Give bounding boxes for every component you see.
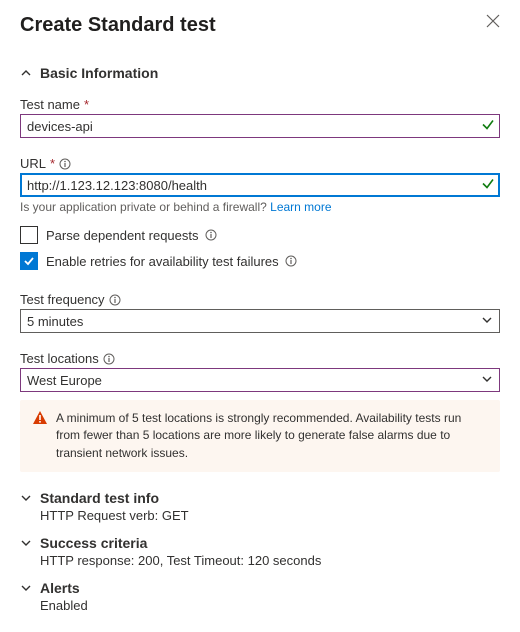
- enable-retries-checkbox[interactable]: [20, 252, 38, 270]
- chevron-down-icon: [481, 314, 493, 329]
- enable-retries-label: Enable retries for availability test fai…: [46, 254, 297, 269]
- check-icon: [481, 118, 495, 135]
- url-label: URL *: [20, 156, 500, 171]
- chevron-down-icon: [20, 582, 32, 594]
- parse-requests-checkbox[interactable]: [20, 226, 38, 244]
- locations-select[interactable]: West Europe: [20, 368, 500, 392]
- chevron-up-icon: [20, 67, 32, 79]
- required-star: *: [50, 156, 55, 171]
- section-alerts[interactable]: Alerts: [20, 580, 500, 596]
- close-icon[interactable]: [486, 14, 500, 28]
- test-name-input[interactable]: devices-api: [20, 114, 500, 138]
- locations-label: Test locations: [20, 351, 500, 366]
- url-input[interactable]: http://1.123.12.123:8080/health: [20, 173, 500, 197]
- required-star: *: [84, 97, 89, 112]
- parse-requests-label: Parse dependent requests: [46, 228, 217, 243]
- section-basic-info[interactable]: Basic Information: [20, 65, 500, 81]
- info-icon[interactable]: [59, 158, 71, 170]
- std-info-body: HTTP Request verb: GET: [20, 508, 500, 523]
- learn-more-link[interactable]: Learn more: [270, 200, 331, 214]
- test-name-label: Test name *: [20, 97, 500, 112]
- check-icon: [481, 177, 495, 194]
- page-title: Create Standard test: [20, 14, 216, 37]
- section-label: Success criteria: [40, 535, 147, 551]
- section-label: Standard test info: [40, 490, 159, 506]
- section-success-criteria[interactable]: Success criteria: [20, 535, 500, 551]
- info-icon[interactable]: [103, 353, 115, 365]
- chevron-down-icon: [20, 492, 32, 504]
- section-label: Alerts: [40, 580, 80, 596]
- frequency-select[interactable]: 5 minutes: [20, 309, 500, 333]
- info-icon[interactable]: [285, 255, 297, 267]
- alerts-body: Enabled: [20, 598, 500, 613]
- info-icon[interactable]: [109, 294, 121, 306]
- section-label: Basic Information: [40, 65, 158, 81]
- chevron-down-icon: [20, 537, 32, 549]
- info-icon[interactable]: [205, 229, 217, 241]
- url-hint: Is your application private or behind a …: [20, 200, 500, 214]
- warning-icon: [32, 410, 48, 462]
- success-body: HTTP response: 200, Test Timeout: 120 se…: [20, 553, 500, 568]
- frequency-label: Test frequency: [20, 292, 500, 307]
- locations-warning: A minimum of 5 test locations is strongl…: [20, 400, 500, 472]
- chevron-down-icon: [481, 373, 493, 388]
- section-standard-test-info[interactable]: Standard test info: [20, 490, 500, 506]
